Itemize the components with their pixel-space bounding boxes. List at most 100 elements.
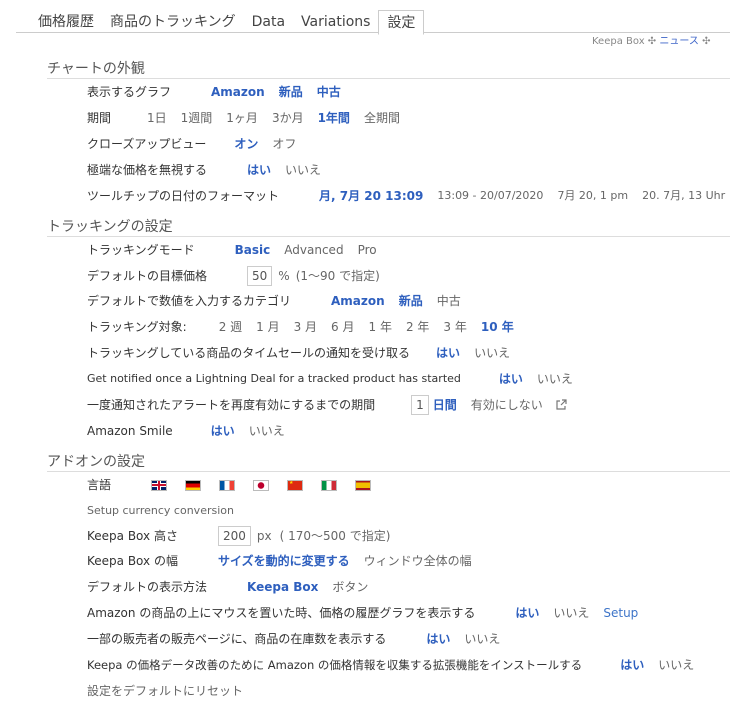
setting-stock-count: 一部の販売者の販売ページに、商品の在庫数を表示する はい いいえ — [87, 628, 500, 650]
option-all[interactable]: 全期間 — [364, 107, 400, 129]
option-yes[interactable]: はい — [211, 420, 235, 442]
hint-label: (1〜90 で指定) — [295, 269, 380, 283]
option-button[interactable]: ボタン — [332, 576, 368, 598]
tab-variations[interactable]: Variations — [293, 10, 378, 32]
setting-label: 一部の販売者の販売ページに、商品の在庫数を表示する — [87, 632, 387, 646]
option-1day[interactable]: 1日 — [147, 107, 167, 129]
reset-defaults-link[interactable]: 設定をデフォルトにリセット — [87, 680, 243, 702]
option-no[interactable]: いいえ — [553, 602, 589, 624]
option-1month[interactable]: 1ヶ月 — [226, 107, 258, 129]
setup-link[interactable]: Setup — [603, 602, 638, 624]
option-advanced[interactable]: Advanced — [284, 239, 343, 261]
flag-uk-icon[interactable] — [151, 479, 168, 491]
option-format-1[interactable]: 月, 7月 20 13:09 — [319, 185, 423, 207]
external-link-icon[interactable] — [555, 399, 567, 411]
option-format-2[interactable]: 13:09 - 20/07/2020 — [437, 185, 543, 207]
setting-tracking-duration: トラッキング対象: 2 週 1 月 3 月 6 月 1 年 2 年 3 年 10… — [87, 316, 514, 338]
option-yes[interactable]: はい — [499, 368, 523, 390]
option-amazon[interactable]: Amazon — [331, 290, 385, 312]
option-3months[interactable]: 3か月 — [272, 107, 304, 129]
option-1year[interactable]: 1年間 — [318, 107, 350, 129]
setting-label: 言語 — [87, 478, 112, 492]
option-new[interactable]: 新品 — [279, 81, 303, 103]
option-yes[interactable]: はい — [620, 654, 644, 676]
setting-label: ツールチップの日付のフォーマット — [87, 189, 280, 203]
tab-settings[interactable]: 設定 — [378, 10, 425, 35]
setting-default-category: デフォルトで数値を入力するカテゴリ Amazon 新品 中古 — [87, 290, 461, 312]
hint-label: ( 170〜500 で指定) — [279, 529, 391, 543]
setting-currency: Setup currency conversion — [87, 500, 234, 522]
option-3years[interactable]: 3 年 — [443, 316, 466, 338]
option-used[interactable]: 中古 — [437, 290, 461, 312]
realert-days-input[interactable]: 1 — [411, 395, 429, 415]
keepa-box-link[interactable]: Keepa Box — [592, 36, 645, 47]
option-pro[interactable]: Pro — [358, 239, 377, 261]
flag-japan-icon[interactable] — [253, 479, 270, 491]
news-link[interactable]: ニュース — [659, 36, 699, 47]
option-no[interactable]: いいえ — [249, 420, 285, 442]
option-6months[interactable]: 6 月 — [331, 316, 354, 338]
flag-spain-icon[interactable] — [355, 479, 372, 491]
tab-tracking[interactable]: 商品のトラッキング — [102, 10, 244, 32]
flag-italy-icon[interactable] — [321, 479, 338, 491]
option-on[interactable]: オン — [234, 133, 258, 155]
setting-label: 表示するグラフ — [87, 85, 172, 99]
setting-display-method: デフォルトの表示方法 Keepa Box ボタン — [87, 576, 368, 598]
option-amazon[interactable]: Amazon — [211, 81, 265, 103]
option-off[interactable]: オフ — [272, 133, 296, 155]
option-used[interactable]: 中古 — [317, 81, 341, 103]
flag-france-icon[interactable] — [219, 479, 236, 491]
option-days[interactable]: 日間 — [433, 394, 457, 416]
setting-label: Keepa の価格データ改善のために Amazon の価格情報を収集する拡張機能… — [87, 658, 583, 672]
setting-label: Keepa Box 高さ — [87, 529, 178, 543]
option-2years[interactable]: 2 年 — [406, 316, 429, 338]
option-no[interactable]: いいえ — [474, 342, 510, 364]
option-3months[interactable]: 3 月 — [294, 316, 317, 338]
option-yes[interactable]: はい — [247, 159, 271, 181]
option-no[interactable]: いいえ — [285, 159, 321, 181]
setting-label: Keepa Box の幅 — [87, 554, 178, 568]
option-10years[interactable]: 10 年 — [481, 316, 514, 338]
flag-germany-icon[interactable] — [185, 479, 202, 491]
currency-setup-link[interactable]: Setup currency conversion — [87, 500, 234, 522]
option-no[interactable]: いいえ — [464, 628, 500, 650]
option-2weeks[interactable]: 2 週 — [219, 316, 242, 338]
option-new[interactable]: 新品 — [399, 290, 423, 312]
section-title-addon: アドオンの設定 — [47, 454, 145, 470]
setting-box-width: Keepa Box の幅 サイズを動的に変更する ウィンドウ全体の幅 — [87, 550, 472, 572]
option-format-4[interactable]: 20. 7月, 13 Uhr — [642, 185, 725, 207]
unit-label: % — [278, 269, 290, 283]
setting-label: クローズアップビュー — [87, 137, 207, 151]
option-no[interactable]: いいえ — [658, 654, 694, 676]
tab-price-history[interactable]: 価格履歴 — [30, 10, 102, 32]
option-yes[interactable]: はい — [515, 602, 539, 624]
setting-reset: 設定をデフォルトにリセット — [87, 680, 243, 702]
option-disable[interactable]: 有効にしない — [471, 394, 543, 416]
option-no[interactable]: いいえ — [537, 368, 573, 390]
option-1year[interactable]: 1 年 — [369, 316, 392, 338]
setting-collect-extension: Keepa の価格データ改善のために Amazon の価格情報を収集する拡張機能… — [87, 654, 694, 676]
tab-bar: 価格履歴 商品のトラッキング Data Variations 設定 — [30, 10, 425, 35]
box-height-input[interactable]: 200 — [217, 526, 251, 546]
target-percent-input[interactable]: 50 — [247, 266, 273, 286]
top-links: Keepa Box ✣ ニュース ✣ — [592, 32, 710, 47]
option-yes[interactable]: はい — [426, 628, 450, 650]
option-basic[interactable]: Basic — [235, 239, 271, 261]
tab-data[interactable]: Data — [244, 10, 293, 32]
option-dynamic-size[interactable]: サイズを動的に変更する — [218, 550, 350, 572]
flag-china-icon[interactable] — [287, 479, 304, 491]
option-1week[interactable]: 1週間 — [181, 107, 213, 129]
setting-target-price: デフォルトの目標価格 50 % (1〜90 で指定) — [87, 265, 380, 287]
setting-label: Amazon の商品の上にマウスを置いた時、価格の履歴グラフを表示する — [87, 606, 476, 620]
separator-icon: ✣ — [647, 36, 657, 47]
option-1month[interactable]: 1 月 — [256, 316, 279, 338]
setting-tracking-mode: トラッキングモード Basic Advanced Pro — [87, 239, 377, 261]
setting-tooltip-date: ツールチップの日付のフォーマット 月, 7月 20 13:09 13:09 - … — [87, 185, 730, 207]
setting-amazon-smile: Amazon Smile はい いいえ — [87, 420, 285, 442]
option-keepa-box[interactable]: Keepa Box — [247, 576, 318, 598]
option-format-3[interactable]: 7月 20, 1 pm — [557, 185, 628, 207]
option-full-width[interactable]: ウィンドウ全体の幅 — [364, 550, 472, 572]
option-yes[interactable]: はい — [436, 342, 460, 364]
unit-label: px — [256, 529, 272, 543]
setting-realert-period: 一度通知されたアラートを再度有効にするまでの期間 1 日間 有効にしない — [87, 394, 567, 416]
